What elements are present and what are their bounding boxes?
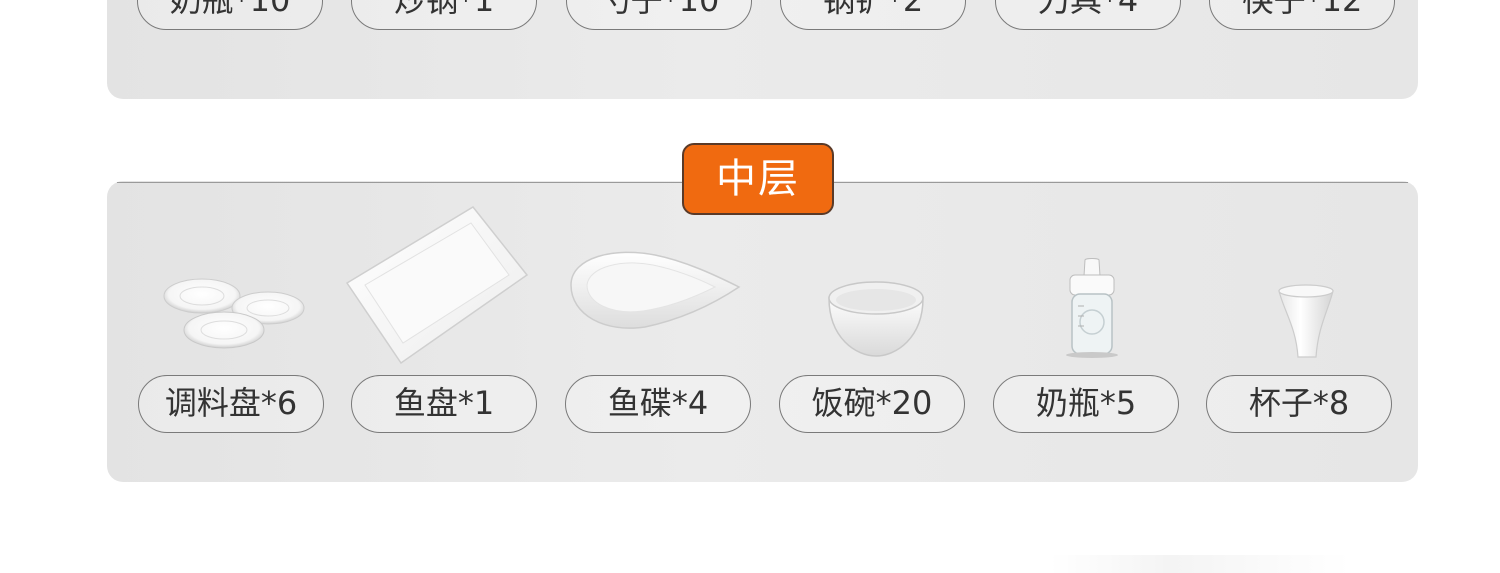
middle-item-label-6: 杯子*8 (1206, 375, 1392, 433)
top-item-label-6: 筷子*12 (1209, 0, 1395, 30)
middle-item-label-1: 调料盘*6 (138, 375, 324, 433)
fish-dish-icon (565, 245, 743, 335)
top-item-label-1: 奶瓶*10 (137, 0, 323, 30)
middle-item-label-2: 鱼盘*1 (351, 375, 537, 433)
cup-icon (1276, 283, 1336, 361)
top-item-label-3: 勺子*10 (566, 0, 752, 30)
middle-item-label-4: 饭碗*20 (779, 375, 965, 433)
middle-item-label-3: 鱼碟*4 (565, 375, 751, 433)
middle-tier-badge: 中层 (682, 143, 834, 215)
top-item-label-2: 炒锅*1 (351, 0, 537, 30)
rice-bowl-icon (826, 278, 926, 360)
seasoning-dishes-icon (160, 270, 310, 355)
fish-plate-icon (345, 205, 530, 365)
baby-bottle-icon (1058, 258, 1126, 358)
middle-item-label-5: 奶瓶*5 (993, 375, 1179, 433)
top-item-label-5: 刀具*4 (995, 0, 1181, 30)
bottom-edge-shadow (1050, 555, 1350, 573)
top-item-label-4: 锅铲*2 (780, 0, 966, 30)
